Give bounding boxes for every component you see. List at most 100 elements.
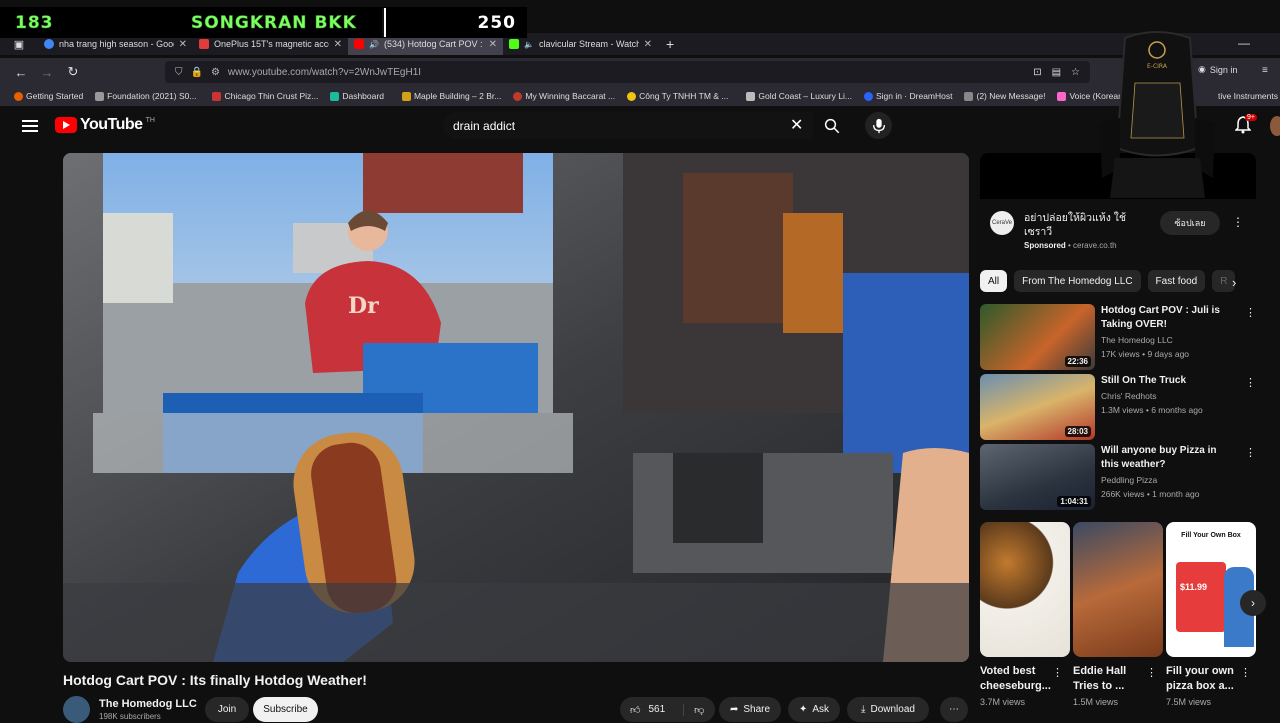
shield-icon[interactable]: ⛉	[175, 67, 183, 78]
short-title[interactable]: Eddie Hall Tries to ...	[1073, 664, 1153, 694]
chip-fast-food[interactable]: Fast food	[1147, 270, 1206, 292]
country-code: TH	[145, 116, 155, 124]
video-title[interactable]: Will anyone buy Pizza in this weather?	[1101, 444, 1236, 472]
chip-from-channel[interactable]: From The Homedog LLC	[1014, 270, 1141, 292]
close-icon[interactable]: ✕	[179, 39, 187, 50]
short-title[interactable]: Fill your own pizza box a...	[1166, 664, 1246, 694]
more-options-icon[interactable]: ⋮	[1245, 446, 1256, 459]
reload-icon[interactable]: ↻	[60, 64, 86, 80]
bookmark-item[interactable]: My Winning Baccarat ...	[507, 91, 621, 101]
bookmark-item[interactable]: Sign in · DreamHost	[858, 91, 959, 101]
search-query: drain addict	[453, 118, 516, 133]
recommended-video[interactable]: 28:03 Still On The Truck Chris' Redhots …	[980, 374, 1256, 440]
like-count[interactable]: 561	[648, 704, 665, 715]
share-button[interactable]: ➦ Share	[719, 697, 781, 722]
new-tab-button[interactable]: +	[658, 36, 682, 52]
overlay-number: 250	[477, 12, 516, 33]
bookmark-item[interactable]: Dashboard	[324, 91, 390, 101]
reader-icon[interactable]: ▤	[1052, 67, 1061, 78]
avatar[interactable]	[1270, 116, 1280, 136]
more-options-icon[interactable]: ⋮	[1052, 666, 1063, 679]
browser-nav-bar: ← → ↻ ⛉ 🔒 ⚙ www.youtube.com/watch?v=2WnJ…	[0, 58, 1280, 86]
forward-icon[interactable]: →	[34, 65, 60, 80]
video-thumbnail[interactable]: 28:03	[980, 374, 1095, 440]
youtube-header: YouTube TH drain addict ✕ 9+	[0, 106, 1280, 146]
video-thumbnail[interactable]: 22:36	[980, 304, 1095, 370]
search-input[interactable]: drain addict	[443, 112, 813, 139]
channel-avatar[interactable]	[63, 696, 90, 723]
bookmark-favicon	[95, 91, 105, 101]
bookmark-item[interactable]: Foundation (2021) S0...	[89, 91, 202, 101]
screenshot-icon[interactable]: ⊡	[1033, 67, 1041, 78]
ask-button[interactable]: ✦ Ask	[788, 697, 840, 722]
bookmark-item[interactable]: Gold Coast – Luxury Li...	[734, 91, 858, 101]
more-options-icon[interactable]: ⋮	[1146, 666, 1157, 679]
bookmark-label: tive Instruments T	[1218, 91, 1280, 101]
subscribe-button[interactable]: Subscribe	[253, 697, 318, 722]
chevron-right-icon[interactable]: ›	[1232, 275, 1236, 290]
search-button[interactable]	[815, 112, 849, 139]
lock-icon: 🔒	[190, 66, 203, 78]
recommended-video[interactable]: 1:04:31 Will anyone buy Pizza in this we…	[980, 444, 1256, 510]
bookmark-item[interactable]: Getting Started	[0, 91, 89, 101]
video-player[interactable]: Dr	[63, 153, 969, 662]
short-title[interactable]: Voted best cheeseburg...	[980, 664, 1060, 694]
url-bar[interactable]: ⛉ 🔒 ⚙ www.youtube.com/watch?v=2WnJwTEgH1…	[165, 61, 1090, 83]
bookmark-label: Gold Coast – Luxury Li...	[758, 91, 852, 101]
short-thumbnail[interactable]	[980, 522, 1070, 657]
more-options-icon[interactable]: ⋮	[1245, 376, 1256, 389]
recommended-video[interactable]: 22:36 Hotdog Cart POV : Juli is Taking O…	[980, 304, 1256, 370]
video-thumbnail[interactable]: 1:04:31	[980, 444, 1095, 510]
speaker-icon[interactable]: 🔊	[369, 40, 379, 49]
tab-list-icon[interactable]: ▣	[0, 38, 38, 51]
overlay-title: SONGKRAN BKK	[191, 12, 357, 33]
clear-search-icon[interactable]: ✕	[790, 115, 803, 135]
more-options-icon[interactable]: ⋮	[1240, 666, 1251, 679]
dislike-icon[interactable]: 👎︎	[683, 703, 704, 716]
youtube-logo[interactable]: YouTube TH	[55, 116, 155, 134]
ad-title[interactable]: อย่าปล่อยให้ผิวแห้ง ใช้เซราวี	[1024, 211, 1144, 239]
close-icon[interactable]: ✕	[489, 39, 497, 50]
bookmark-favicon	[330, 91, 340, 101]
video-channel[interactable]: The Homedog LLC	[1101, 335, 1173, 345]
ad-cta-button[interactable]: ซ้อปเลย	[1160, 211, 1220, 235]
video-title[interactable]: Still On The Truck	[1101, 374, 1236, 388]
bookmark-item[interactable]: Maple Building – 2 Br...	[390, 91, 507, 101]
short-thumbnail[interactable]	[1073, 522, 1163, 657]
speaker-icon[interactable]: 🔈	[524, 40, 534, 49]
video-duration: 28:03	[1064, 426, 1091, 437]
menu-icon[interactable]: ≡	[1262, 65, 1268, 76]
close-icon[interactable]: ✕	[644, 39, 652, 50]
like-icon[interactable]: 👍︎	[630, 704, 640, 716]
chevron-right-icon[interactable]: ›	[1240, 590, 1266, 616]
more-actions-button[interactable]: ⋯	[940, 697, 968, 722]
channel-name[interactable]: The Homedog LLC	[99, 698, 197, 710]
ask-label: Ask	[812, 704, 830, 715]
url-text[interactable]: www.youtube.com/watch?v=2WnJwTEgH1I	[228, 67, 421, 78]
video-channel[interactable]: Chris' Redhots	[1101, 391, 1156, 401]
bookmark-item[interactable]: Chicago Thin Crust Piz...	[202, 91, 324, 101]
join-button[interactable]: Join	[205, 697, 249, 722]
back-icon[interactable]: ←	[8, 65, 34, 80]
more-options-icon[interactable]: ⋮	[1245, 306, 1256, 319]
minimize-button[interactable]: —	[1238, 36, 1250, 50]
more-options-icon[interactable]: ⋮	[1232, 215, 1244, 229]
bookmark-label: Sign in · DreamHost	[875, 91, 953, 101]
short-views: 7.5M views	[1166, 697, 1212, 707]
search-icon	[824, 118, 840, 133]
bookmark-item[interactable]: Công Ty TNHH TM & ...	[621, 91, 734, 101]
video-channel[interactable]: Peddling Pizza	[1101, 475, 1157, 485]
bookmark-star-icon[interactable]: ☆	[1071, 67, 1080, 78]
close-icon[interactable]: ✕	[334, 39, 342, 50]
bookmark-item[interactable]: (2) New Message!	[958, 91, 1051, 101]
hamburger-menu-icon[interactable]	[22, 117, 38, 135]
short-thumbnail[interactable]: Fill Your Own Box $11.99	[1166, 522, 1256, 657]
permissions-icon[interactable]: ⚙	[211, 67, 220, 78]
video-title[interactable]: Hotdog Cart POV : Juli is Taking OVER!	[1101, 304, 1236, 332]
chip-all[interactable]: All	[980, 270, 1008, 292]
download-button[interactable]: ⤓ Download	[847, 697, 929, 722]
voice-search-button[interactable]	[865, 112, 892, 139]
notification-count-badge: 9+	[1245, 114, 1257, 121]
bookmark-label: Getting Started	[26, 91, 84, 101]
firefox-icon	[14, 91, 23, 101]
